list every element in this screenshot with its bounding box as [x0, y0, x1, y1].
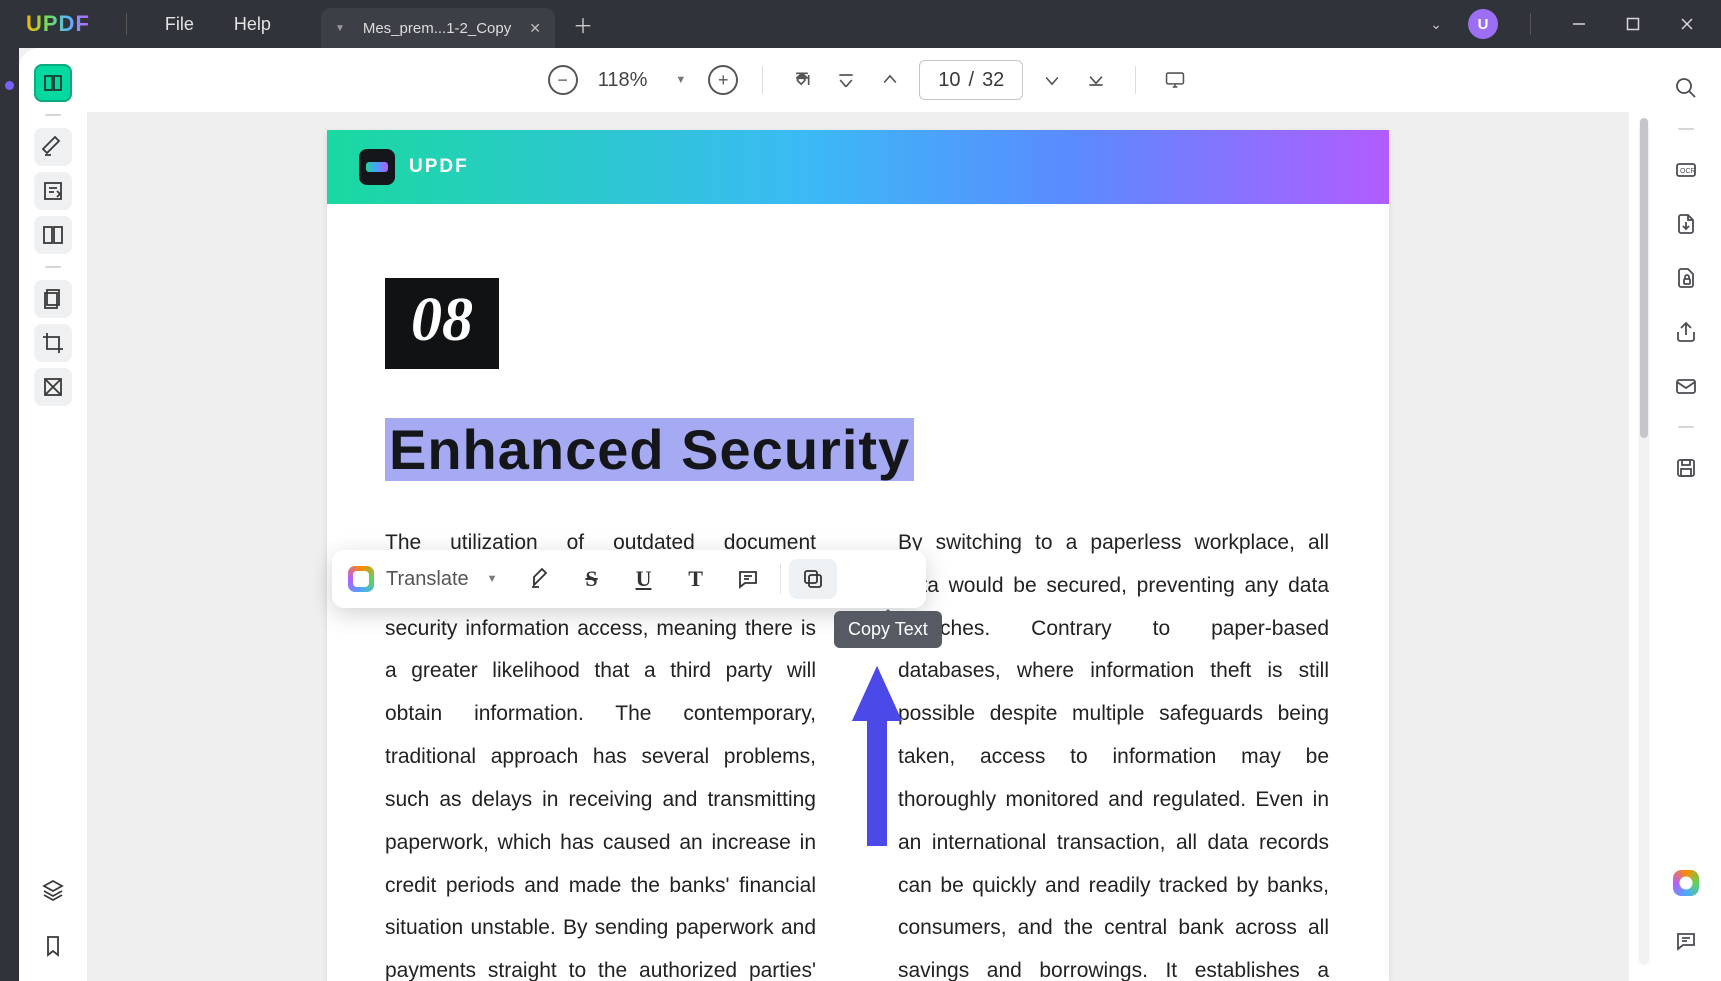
presentation-button[interactable]	[1160, 65, 1190, 95]
user-avatar[interactable]: U	[1468, 9, 1498, 39]
highlight-tool-button[interactable]	[34, 128, 72, 166]
close-window-button[interactable]	[1663, 0, 1711, 48]
tab-bar: ▼ Mes_prem...1-2_Copy ✕ ＋	[321, 0, 593, 48]
window-controls: ⌄ U	[1418, 0, 1721, 48]
search-button[interactable]	[1666, 68, 1706, 108]
prev-page-button[interactable]	[875, 65, 905, 95]
scrollbar-track[interactable]	[1639, 118, 1649, 965]
convert-button[interactable]	[1666, 204, 1706, 244]
column-right[interactable]: By switching to a paperless workplace, a…	[898, 522, 1329, 981]
copy-text-button[interactable]	[789, 559, 837, 599]
svg-text:OCR: OCR	[1680, 168, 1696, 175]
zoom-out-button[interactable]: −	[548, 65, 578, 95]
save-button[interactable]	[1666, 448, 1706, 488]
redact-tool-button[interactable]	[34, 368, 72, 406]
app-logo: UPDF	[26, 11, 90, 37]
ai-icon	[1673, 870, 1699, 896]
new-tab-button[interactable]: ＋	[573, 10, 593, 39]
separator	[126, 13, 127, 35]
ocr-button[interactable]: OCR	[1666, 150, 1706, 190]
menu-help[interactable]: Help	[214, 14, 291, 35]
email-button[interactable]	[1666, 366, 1706, 406]
ai-icon	[348, 566, 374, 592]
text-style-button[interactable]: T	[672, 559, 720, 599]
zoom-dropdown-icon[interactable]: ▼	[667, 74, 694, 86]
strikethrough-button[interactable]: S	[568, 559, 616, 599]
page-layout-button[interactable]	[34, 216, 72, 254]
separator	[1678, 128, 1694, 130]
separator	[45, 266, 61, 268]
next-page-button[interactable]	[1037, 65, 1067, 95]
brand-icon	[359, 149, 395, 185]
share-button[interactable]	[1666, 312, 1706, 352]
zoom-in-button[interactable]: +	[708, 65, 738, 95]
copy-text-tooltip: Copy Text	[834, 611, 942, 648]
comment-button[interactable]	[724, 559, 772, 599]
ai-assistant-button[interactable]	[1666, 863, 1706, 903]
comments-panel-button[interactable]	[1666, 921, 1706, 961]
separator	[762, 66, 763, 94]
left-toolbar	[19, 48, 87, 981]
current-page[interactable]: 10	[938, 69, 960, 92]
minimize-button[interactable]	[1555, 0, 1603, 48]
maximize-button[interactable]	[1609, 0, 1657, 48]
bookmark-button[interactable]	[34, 927, 72, 965]
total-pages: 32	[982, 69, 1004, 92]
last-page-button[interactable]	[1081, 65, 1111, 95]
layers-button[interactable]	[34, 871, 72, 909]
organize-pages-button[interactable]	[34, 280, 72, 318]
page-indicator[interactable]: 10 / 32	[919, 60, 1023, 100]
page-header-banner: UPDF	[327, 130, 1389, 204]
scrollbar-thumb[interactable]	[1640, 118, 1648, 438]
tab-menu-icon[interactable]: ▼	[335, 23, 345, 34]
gutter-indicator	[5, 81, 14, 90]
highlight-button[interactable]	[516, 559, 564, 599]
titlebar: UPDF File Help ▼ Mes_prem...1-2_Copy ✕ ＋…	[0, 0, 1721, 48]
tab-title: Mes_prem...1-2_Copy	[363, 20, 511, 37]
first-page-button[interactable]	[787, 65, 817, 95]
chapter-number-badge: 08	[385, 278, 499, 369]
zoom-level[interactable]: 118%	[592, 69, 654, 92]
document-heading[interactable]: Enhanced Security	[385, 417, 1389, 482]
view-toolbar: − 118% ▼ + 10 / 32	[87, 48, 1651, 112]
edit-text-button[interactable]	[34, 172, 72, 210]
page-sep: /	[969, 69, 975, 92]
translate-dropdown-icon[interactable]: ▼	[479, 573, 512, 585]
protect-button[interactable]	[1666, 258, 1706, 298]
document-tab[interactable]: ▼ Mes_prem...1-2_Copy ✕	[321, 8, 555, 48]
separator	[1678, 426, 1694, 428]
separator	[45, 114, 61, 116]
menu-file[interactable]: File	[145, 14, 214, 35]
app-body: − 118% ▼ + 10 / 32 UPDF 08 Enhanced Secu…	[19, 48, 1721, 981]
selection-context-menu: Translate ▼ S U T	[332, 550, 926, 608]
crop-tool-button[interactable]	[34, 324, 72, 362]
brand-name: UPDF	[409, 156, 469, 178]
first-page-button[interactable]	[831, 65, 861, 95]
right-toolbar: OCR	[1651, 48, 1721, 981]
annotation-arrow	[847, 666, 907, 861]
separator	[1530, 13, 1531, 35]
separator	[1135, 66, 1136, 94]
translate-button[interactable]: Translate	[386, 568, 469, 591]
tab-close-icon[interactable]: ✕	[529, 20, 541, 37]
selected-text[interactable]: Enhanced Security	[385, 418, 914, 481]
separator	[780, 564, 781, 594]
reader-mode-button[interactable]	[34, 64, 72, 102]
underline-button[interactable]: U	[620, 559, 668, 599]
dropdown-icon[interactable]: ⌄	[1418, 10, 1454, 39]
